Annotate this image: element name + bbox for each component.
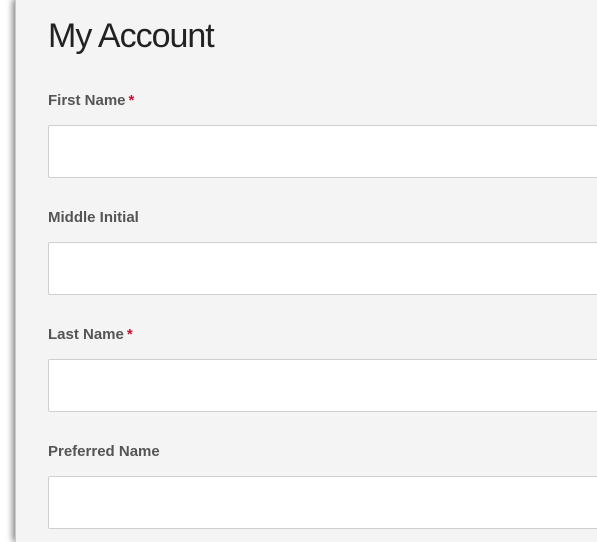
first-name-label-text: First Name: [48, 92, 126, 109]
last-name-label-text: Last Name: [48, 326, 124, 343]
last-name-label: Last Name *: [48, 326, 133, 344]
preferred-name-label: Preferred Name: [48, 443, 160, 461]
page-title: My Account: [48, 17, 215, 55]
required-asterisk: *: [128, 92, 135, 109]
last-name-input[interactable]: [48, 359, 597, 412]
preferred-name-input[interactable]: [48, 476, 597, 529]
middle-initial-label: Middle Initial: [48, 209, 139, 227]
middle-initial-input[interactable]: [48, 242, 597, 295]
preferred-name-label-text: Preferred Name: [48, 443, 160, 460]
first-name-label: First Name *: [48, 92, 134, 110]
my-account-panel: My Account First Name * Middle Initial La…: [15, 0, 597, 542]
required-asterisk: *: [126, 326, 133, 343]
first-name-input[interactable]: [48, 125, 597, 178]
middle-initial-label-text: Middle Initial: [48, 209, 139, 226]
